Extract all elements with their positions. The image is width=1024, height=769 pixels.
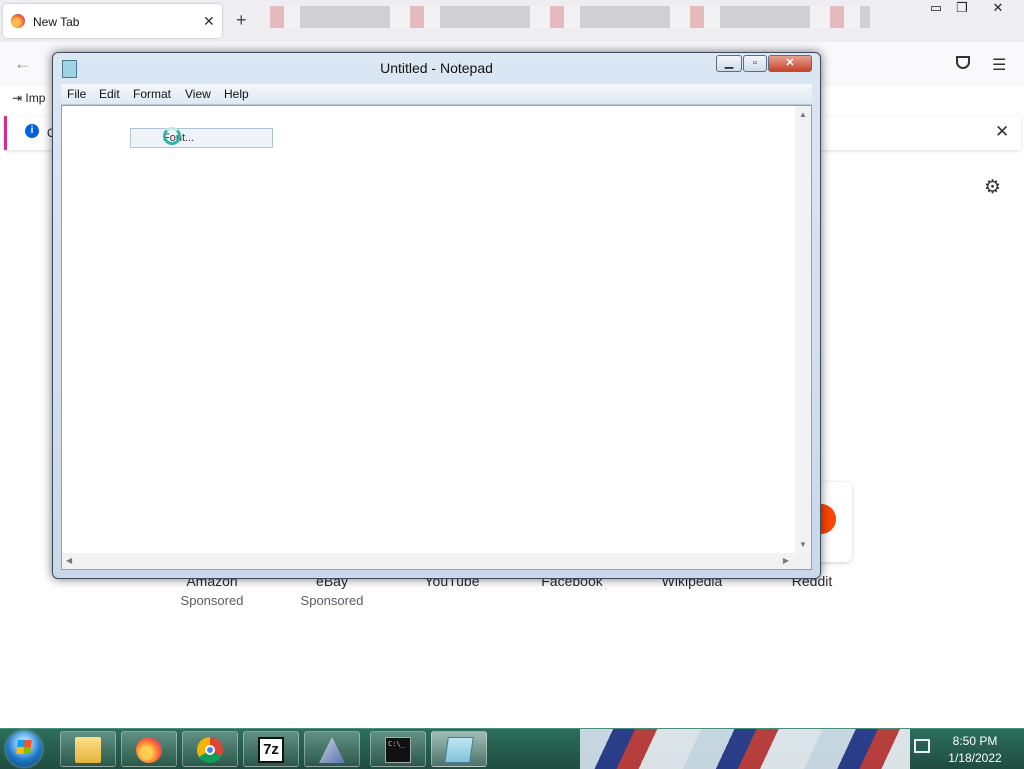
notification-close-icon[interactable]: ✕ xyxy=(995,122,1009,142)
7zip-icon: 7z xyxy=(258,737,284,763)
scroll-right-icon[interactable]: ▶ xyxy=(783,556,789,565)
windows-logo-icon xyxy=(16,740,32,754)
top-site-sponsored-amazon: Sponsored xyxy=(180,593,244,608)
taskbar-explorer[interactable] xyxy=(60,731,116,767)
scroll-left-icon[interactable]: ◀ xyxy=(66,556,72,565)
horizontal-scrollbar[interactable]: ◀ ▶ xyxy=(62,553,795,569)
vertical-scrollbar[interactable]: ▲ ▼ xyxy=(795,106,811,553)
notepad-icon xyxy=(444,737,474,763)
taskbar-notepad[interactable] xyxy=(431,731,487,767)
maximize-button[interactable]: ▫ xyxy=(743,55,767,72)
notepad-window: Untitled - Notepad ▁ ▫ ✕ File Edit Forma… xyxy=(52,52,821,579)
format-dropdown-menu: Font... xyxy=(130,128,273,148)
browser-minimize-button[interactable]: ▭ xyxy=(924,0,948,20)
taskbar-chrome[interactable] xyxy=(182,731,238,767)
menu-bar: File Edit Format View Help xyxy=(61,84,812,105)
browser-tabstrip: New Tab ✕ + ▭ ❐ ✕ xyxy=(0,0,1024,42)
firefox-icon xyxy=(136,737,162,763)
hamburger-menu-icon[interactable]: ☰ xyxy=(992,55,1006,75)
taskbar: 7z C:\_ 8:50 PM 1/18/2022 xyxy=(0,728,1024,769)
window-title: Untitled - Notepad xyxy=(380,60,493,76)
menu-edit[interactable]: Edit xyxy=(99,87,120,101)
scroll-down-icon[interactable]: ▼ xyxy=(799,540,807,549)
info-icon: i xyxy=(25,124,39,138)
tab-title: New Tab xyxy=(33,15,80,29)
browser-close-button[interactable]: ✕ xyxy=(986,0,1010,20)
import-bookmarks-button[interactable]: ⇥ Imp xyxy=(12,91,45,105)
folder-icon xyxy=(75,737,101,763)
network-icon[interactable] xyxy=(914,739,930,753)
close-button[interactable]: ✕ xyxy=(768,55,812,72)
gear-icon[interactable]: ⚙ xyxy=(984,176,1001,199)
minimize-button[interactable]: ▁ xyxy=(716,55,742,72)
new-tab-button[interactable]: + xyxy=(236,10,247,31)
menu-view[interactable]: View xyxy=(185,87,211,101)
taskbar-7zip[interactable]: 7z xyxy=(243,731,299,767)
menu-file[interactable]: File xyxy=(67,87,86,101)
browser-restore-button[interactable]: ❐ xyxy=(950,0,974,20)
back-button[interactable]: ← xyxy=(14,54,31,74)
browser-tab-new-tab[interactable]: New Tab ✕ xyxy=(3,4,222,38)
command-prompt-icon: C:\_ xyxy=(385,737,411,763)
import-icon: ⇥ xyxy=(12,91,23,105)
clock-date[interactable]: 1/18/2022 xyxy=(940,751,1010,765)
busy-cursor-icon xyxy=(163,127,181,145)
import-bookmarks-label: Imp xyxy=(25,91,46,105)
text-editor[interactable]: ▲ ▼ ◀ ▶ xyxy=(61,105,812,570)
taskbar-firefox[interactable] xyxy=(121,731,177,767)
top-site-sponsored-ebay: Sponsored xyxy=(300,593,364,608)
blurred-tabs xyxy=(270,6,870,28)
scroll-up-icon[interactable]: ▲ xyxy=(799,110,807,119)
app-triangle-icon xyxy=(319,737,345,763)
taskbar-app[interactable] xyxy=(304,731,360,767)
chrome-icon xyxy=(197,737,223,763)
wallpaper-strip xyxy=(580,729,910,769)
start-button[interactable] xyxy=(6,731,42,767)
clock-time[interactable]: 8:50 PM xyxy=(940,734,1010,748)
close-tab-icon[interactable]: ✕ xyxy=(203,13,215,30)
menu-format[interactable]: Format xyxy=(133,87,171,101)
menu-help[interactable]: Help xyxy=(224,87,249,101)
taskbar-cmd[interactable]: C:\_ xyxy=(370,731,426,767)
firefox-icon xyxy=(11,14,25,28)
resize-grip[interactable] xyxy=(795,553,811,569)
